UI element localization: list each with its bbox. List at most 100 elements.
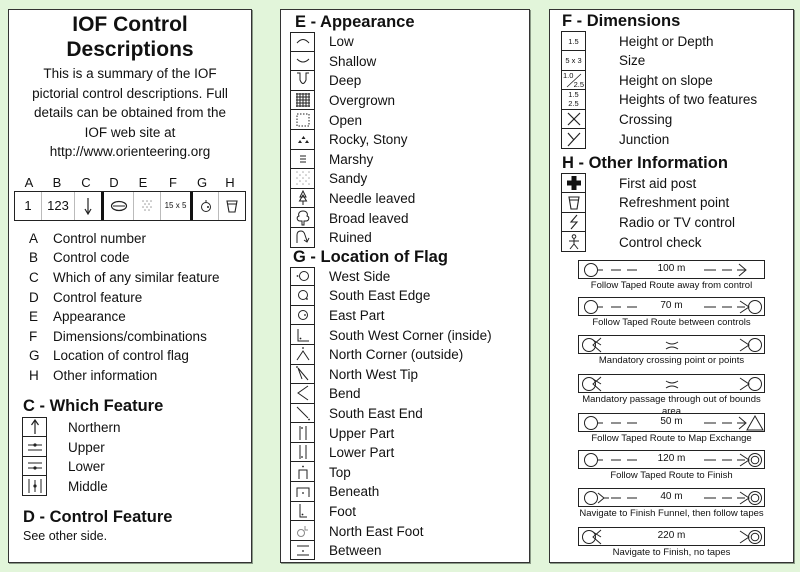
height-depth-symbol: 1.5 — [561, 31, 586, 51]
column-headers: A B C D E F G H — [17, 175, 251, 191]
refreshment-icon — [567, 196, 580, 210]
down-arrow-icon — [84, 197, 92, 215]
shallow-icon — [296, 58, 309, 63]
list-item: Ruined — [290, 227, 529, 248]
list-item: North East Foot — [290, 521, 529, 541]
list-item: First aid post — [561, 173, 793, 193]
north-east-foot-icon — [296, 525, 308, 537]
list-item: Radio or TV control — [561, 212, 793, 232]
list-item: Open — [290, 110, 529, 130]
cup-icon — [226, 199, 238, 213]
middle-icon — [28, 478, 41, 493]
control-code-cell: 123 — [42, 191, 75, 220]
ellipse-feature-icon — [110, 200, 127, 211]
page-title: IOF Control Descriptions — [66, 13, 194, 61]
taped-route-item: 220 m Navigate to Finish, no tapes — [578, 527, 765, 559]
column-letter: D — [109, 174, 119, 190]
list-item: South West Corner (inside) — [290, 325, 529, 345]
route-distance: 100 m — [657, 263, 686, 274]
route-distance: 40 m — [660, 491, 683, 502]
route-caption: Navigate to Finish Funnel, then follow t… — [579, 508, 764, 519]
dimensions-list: 1.5 Height or Depth 5 x 3 Size 1.0 2.5 H… — [561, 31, 793, 149]
control-check-icon — [568, 233, 579, 249]
open-icon — [296, 113, 309, 127]
column-letter: A — [24, 174, 34, 190]
beneath-icon — [296, 487, 309, 498]
list-item: Rocky, Stony — [290, 129, 529, 150]
route-distance: 70 m — [660, 300, 683, 311]
taped-route-icon — [582, 376, 762, 392]
list-item: Needle leaved — [290, 188, 529, 209]
control-number-cell: 1 — [15, 191, 42, 220]
taped-route-symbol: 220 m — [578, 527, 765, 546]
east-part-icon — [200, 199, 211, 212]
list-item: Marshy — [290, 149, 529, 170]
north-corner-outside-icon — [296, 347, 309, 361]
taped-route-item: Mandatory passage through out of bounds … — [578, 374, 765, 418]
location-list: West Side South East Edge East Part South W… — [290, 266, 529, 561]
appearance-location-panel: E - Appearance Low Shallow Deep Overgrown Op… — [280, 9, 530, 563]
route-caption: Follow Taped Route away from control — [590, 280, 753, 291]
column-letter: G — [196, 174, 208, 190]
control-feature-cell — [104, 191, 134, 220]
list-item: Shallow — [290, 51, 529, 72]
taped-route-item: Mandatory crossing point or points — [578, 335, 765, 367]
slope-line-icon — [566, 73, 582, 87]
appearance-heading: E - Appearance — [295, 13, 415, 31]
upper-icon — [27, 442, 42, 450]
list-item: Junction — [561, 129, 793, 149]
list-item: Upper — [22, 437, 251, 457]
taped-route-item: 70 m Follow Taped Route between controls — [578, 297, 765, 329]
list-item: 1.5 Height or Depth — [561, 31, 793, 51]
legend-row: B Control code — [29, 250, 130, 266]
list-item: East Part — [290, 305, 529, 326]
lower-part-icon — [299, 445, 306, 460]
list-item: 5 x 3 Size — [561, 51, 793, 71]
dimensions-other-panel: F - Dimensions 1.5 Height or Depth 5 x 3… — [549, 9, 794, 563]
which-feature-cell — [75, 191, 104, 220]
west-side-icon — [296, 271, 309, 282]
list-item: Deep — [290, 71, 529, 91]
ruined-icon — [296, 230, 309, 244]
taped-route-symbol — [578, 335, 765, 354]
lower-icon — [27, 462, 42, 470]
taped-route-item: 50 m Follow Taped Route to Map Exchange — [578, 413, 765, 445]
list-item: 1.0 2.5 Height on slope — [561, 70, 713, 90]
marshy-icon — [299, 155, 306, 163]
location-cell — [193, 191, 219, 220]
control-feature-note: See other side. — [23, 529, 108, 544]
list-item: Between — [290, 540, 529, 561]
taped-route-item: 40 m Navigate to Finish Funnel, then fol… — [578, 488, 765, 520]
other-info-cell — [219, 192, 245, 220]
south-west-corner-inside-icon — [297, 328, 309, 342]
legend-row: G Location of control flag — [29, 348, 189, 364]
route-distance: 50 m — [660, 416, 683, 427]
list-item: Lower Part — [290, 442, 529, 463]
north-west-tip-icon — [295, 365, 308, 381]
column-letter: H — [225, 174, 235, 190]
deep-icon — [296, 72, 309, 85]
sandy-icon — [142, 199, 152, 211]
route-caption: Follow Taped Route between controls — [592, 317, 751, 328]
website-link[interactable]: http://www.orienteering.org — [9, 142, 251, 162]
list-item: Northern — [22, 417, 251, 438]
list-item: 1.5 2.5 Heights of two features — [561, 90, 793, 110]
list-item: Broad leaved — [290, 208, 529, 228]
route-distance: 220 m — [657, 530, 686, 541]
list-item: Low — [290, 32, 529, 52]
taped-route-symbol: 50 m — [578, 413, 765, 432]
crossing-icon — [567, 112, 580, 126]
size-symbol: 5 x 3 — [561, 51, 586, 71]
route-caption: Follow Taped Route to Map Exchange — [591, 433, 752, 444]
list-item: North West Tip — [290, 364, 529, 385]
list-item: Crossing — [561, 109, 793, 129]
route-distance: 120 m — [657, 453, 686, 464]
rocky-icon — [297, 136, 309, 144]
legend-row: E Appearance — [29, 309, 126, 325]
taped-route-symbol: 120 m — [578, 450, 765, 469]
location-heading: G - Location of Flag — [293, 247, 448, 266]
list-item: Sandy — [290, 169, 529, 189]
which-feature-heading: C - Which Feature — [23, 397, 164, 416]
up-arrow-icon — [30, 419, 39, 435]
column-letter: F — [169, 174, 177, 190]
